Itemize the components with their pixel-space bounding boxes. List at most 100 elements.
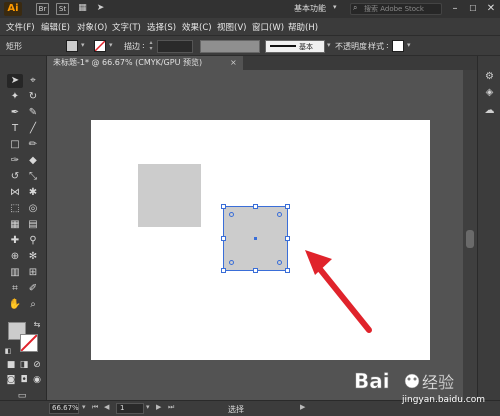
stroke-swatch[interactable] bbox=[94, 40, 106, 52]
menu-view[interactable]: 视图(V) bbox=[217, 21, 246, 33]
style-dropdown-icon[interactable]: ▾ bbox=[407, 41, 411, 49]
resize-handle-bottom[interactable] bbox=[253, 268, 258, 273]
scrollbar-thumb[interactable] bbox=[466, 230, 474, 248]
stock-icon[interactable]: St bbox=[56, 3, 69, 15]
stroke-weight-field[interactable] bbox=[157, 40, 193, 53]
menu-effect[interactable]: 效果(C) bbox=[182, 21, 212, 33]
brush-definition[interactable]: 基本 bbox=[265, 40, 325, 53]
color-mode-icon[interactable]: ■ bbox=[5, 358, 17, 372]
pen-tool-icon[interactable]: ✒ bbox=[7, 106, 23, 120]
draw-behind-icon[interactable]: ◘ bbox=[18, 373, 30, 387]
puppet-warp-tool-icon[interactable]: ✱ bbox=[25, 186, 41, 200]
minimize-button[interactable]: – bbox=[447, 1, 463, 16]
close-document-icon[interactable]: × bbox=[230, 56, 237, 70]
draw-normal-icon[interactable]: ◙ bbox=[5, 373, 17, 387]
eyedropper-tool-icon[interactable]: ⚲ bbox=[25, 234, 41, 248]
draw-inside-icon[interactable]: ◉ bbox=[31, 373, 43, 387]
last-artboard-icon[interactable]: ⏭ bbox=[168, 403, 174, 412]
lasso-tool-icon[interactable]: ↻ bbox=[25, 90, 41, 104]
menu-edit[interactable]: 编辑(E) bbox=[41, 21, 70, 33]
resize-handle-top[interactable] bbox=[253, 204, 258, 209]
perspective-grid-tool-icon[interactable]: ▦ bbox=[7, 218, 23, 232]
stroke-weight-stepper[interactable]: ▴ ▾ bbox=[147, 40, 155, 53]
slice-tool-icon[interactable]: ⌗ bbox=[7, 282, 23, 296]
resize-handle-bottom-left[interactable] bbox=[221, 268, 226, 273]
magic-wand-tool-icon[interactable]: ✦ bbox=[7, 90, 23, 104]
line-tool-icon[interactable]: ╱ bbox=[25, 122, 41, 136]
variable-width-profile[interactable] bbox=[200, 40, 260, 53]
layers-panel-icon[interactable]: ◈ bbox=[483, 86, 496, 99]
width-tool-icon[interactable]: ⋈ bbox=[7, 186, 23, 200]
maximize-button[interactable]: ☐ bbox=[465, 1, 481, 16]
direct-selection-tool-icon[interactable]: ⌖ bbox=[25, 74, 41, 88]
brush-dropdown-icon[interactable]: ▾ bbox=[327, 41, 331, 49]
eraser-tool-icon[interactable]: ◆ bbox=[25, 154, 41, 168]
vertical-scrollbar[interactable] bbox=[463, 70, 477, 400]
resize-handle-top-right[interactable] bbox=[285, 204, 290, 209]
resize-handle-top-left[interactable] bbox=[221, 204, 226, 209]
curvature-tool-icon[interactable]: ✎ bbox=[25, 106, 41, 120]
rectangle-tool-icon[interactable]: □ bbox=[7, 138, 23, 152]
menu-help[interactable]: 帮助(H) bbox=[288, 21, 318, 33]
canvas-area[interactable] bbox=[47, 70, 463, 400]
hand-tool-icon[interactable]: ✋ bbox=[7, 298, 23, 312]
artboard[interactable] bbox=[91, 120, 430, 360]
first-artboard-icon[interactable]: ⏮ bbox=[92, 403, 98, 412]
corner-radius-widget[interactable] bbox=[277, 212, 282, 217]
status-menu-icon[interactable]: ▶ bbox=[300, 403, 305, 411]
column-graph-tool-icon[interactable]: ▥ bbox=[7, 266, 23, 280]
next-artboard-icon[interactable]: ▶ bbox=[156, 403, 161, 411]
zoom-tool-icon[interactable]: ⌕ bbox=[25, 298, 41, 312]
libraries-panel-icon[interactable]: ☁ bbox=[483, 104, 496, 117]
stroke-color-proxy[interactable] bbox=[20, 334, 38, 352]
chevron-down-icon[interactable]: ▾ bbox=[333, 3, 337, 11]
rectangle-shape[interactable] bbox=[138, 164, 201, 227]
free-transform-tool-icon[interactable]: ⬚ bbox=[7, 202, 23, 216]
menu-type[interactable]: 文字(T) bbox=[112, 21, 141, 33]
opacity-label[interactable]: 不透明度 bbox=[335, 41, 367, 52]
properties-panel-icon[interactable]: ⚙ bbox=[483, 70, 496, 83]
eyedropper-alt-tool-icon[interactable]: ✐ bbox=[25, 282, 41, 296]
shape-builder-tool-icon[interactable]: ◎ bbox=[25, 202, 41, 216]
corner-radius-widget[interactable] bbox=[277, 260, 282, 265]
blend-tool-icon[interactable]: ⊕ bbox=[7, 250, 23, 264]
selected-rectangle-shape[interactable] bbox=[221, 204, 290, 273]
zoom-dropdown-icon[interactable]: ▾ bbox=[82, 403, 86, 411]
scale-tool-icon[interactable]: ⤡ bbox=[25, 170, 41, 184]
gradient-tool-icon[interactable]: ▤ bbox=[25, 218, 41, 232]
artboard-dropdown-icon[interactable]: ▾ bbox=[146, 403, 150, 411]
mesh-tool-icon[interactable]: ✚ bbox=[7, 234, 23, 248]
resize-handle-bottom-right[interactable] bbox=[285, 268, 290, 273]
zoom-level-field[interactable]: 66.67% bbox=[49, 403, 79, 414]
none-mode-icon[interactable]: ⊘ bbox=[31, 358, 43, 372]
paintbrush-tool-icon[interactable]: ✏ bbox=[25, 138, 41, 152]
shaper-tool-icon[interactable]: ✑ bbox=[7, 154, 23, 168]
type-tool-icon[interactable]: T bbox=[7, 122, 23, 136]
previous-artboard-icon[interactable]: ◀ bbox=[104, 403, 109, 411]
default-colors-icon[interactable]: ◧ bbox=[3, 344, 13, 358]
gradient-mode-icon[interactable]: ◨ bbox=[18, 358, 30, 372]
document-tab[interactable]: 未标题-1* @ 66.67% (CMYK/GPU 预览) bbox=[47, 56, 243, 70]
stroke-dropdown-icon[interactable]: ▾ bbox=[109, 41, 113, 49]
artboard-tool-icon[interactable]: ⊞ bbox=[25, 266, 41, 280]
menu-object[interactable]: 对象(O) bbox=[77, 21, 107, 33]
swap-fill-stroke-icon[interactable]: ⇆ bbox=[32, 318, 42, 332]
artboard-number-field[interactable]: 1 bbox=[116, 403, 144, 414]
symbol-sprayer-tool-icon[interactable]: ✻ bbox=[25, 250, 41, 264]
close-button[interactable]: ✕ bbox=[483, 1, 499, 16]
rotate-tool-icon[interactable]: ↺ bbox=[7, 170, 23, 184]
resize-handle-right[interactable] bbox=[285, 236, 290, 241]
arrange-documents-icon[interactable]: ▦ bbox=[76, 3, 89, 15]
menu-file[interactable]: 文件(F) bbox=[6, 21, 35, 33]
bridge-icon[interactable]: Br bbox=[36, 3, 49, 15]
stock-search-input[interactable]: ⌕ 搜索 Adobe Stock bbox=[350, 3, 442, 15]
gpu-performance-icon[interactable]: ➤ bbox=[94, 3, 107, 15]
fill-swatch[interactable] bbox=[66, 40, 78, 52]
menu-window[interactable]: 窗口(W) bbox=[252, 21, 284, 33]
menu-select[interactable]: 选择(S) bbox=[147, 21, 176, 33]
resize-handle-left[interactable] bbox=[221, 236, 226, 241]
selection-tool-icon[interactable]: ➤ bbox=[7, 74, 23, 88]
fill-dropdown-icon[interactable]: ▾ bbox=[81, 41, 85, 49]
corner-radius-widget[interactable] bbox=[229, 212, 234, 217]
graphic-style-swatch[interactable] bbox=[392, 40, 404, 52]
